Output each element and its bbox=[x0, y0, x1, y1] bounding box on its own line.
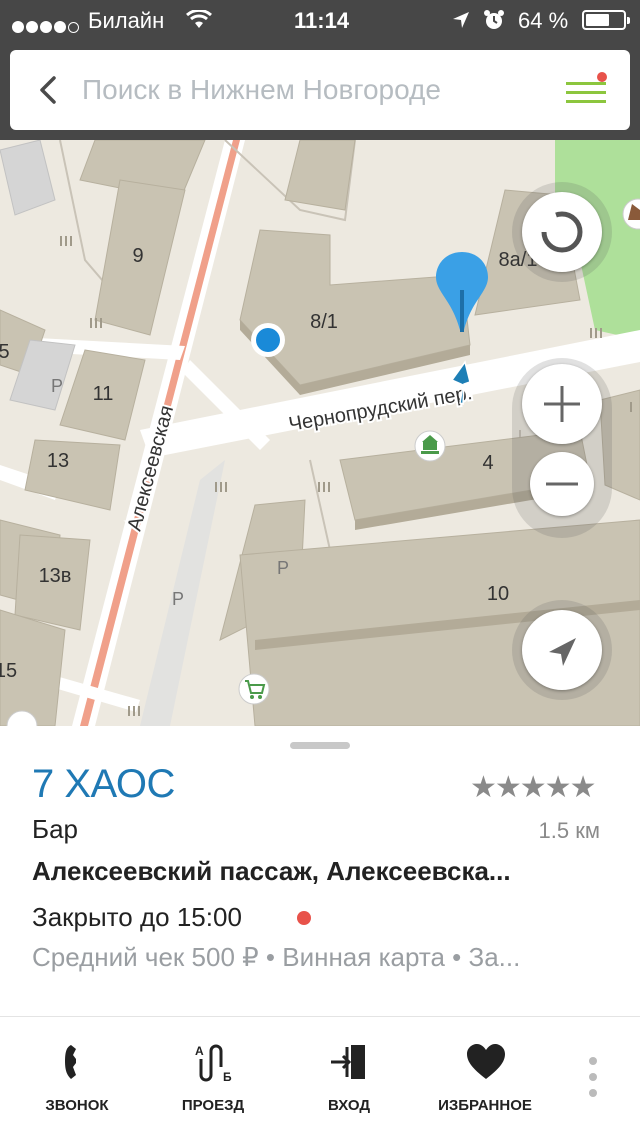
wifi-icon bbox=[186, 10, 212, 28]
parking-label: P bbox=[277, 558, 289, 578]
battery-percent: 64 % bbox=[518, 8, 569, 33]
status-bar: Билайн 11:14 64 % bbox=[0, 0, 640, 40]
phone-icon bbox=[65, 1045, 76, 1079]
shop-poi-icon[interactable] bbox=[238, 673, 270, 705]
house-number: 15 bbox=[0, 660, 17, 682]
zoom-in-button[interactable] bbox=[522, 364, 602, 444]
entrance-label: ВХОД bbox=[327, 1097, 371, 1114]
location-arrow-icon bbox=[453, 12, 469, 28]
call-button[interactable]: ЗВОНОК bbox=[12, 1017, 142, 1137]
parking-label: P bbox=[172, 589, 184, 609]
favorite-button[interactable]: ИЗБРАННОЕ bbox=[420, 1017, 550, 1137]
back-arrow-icon[interactable] bbox=[32, 72, 68, 108]
clock: 11:14 bbox=[294, 8, 350, 33]
street-label-alekseevskaya: Алексеевская bbox=[124, 403, 179, 533]
house-number: 8/1 bbox=[310, 311, 338, 333]
carrier-name: Билайн bbox=[88, 8, 165, 33]
map-view[interactable]: Алексеевская Чернопрудский пер. 9 8/1 8а… bbox=[0, 140, 640, 726]
zoom-out-button[interactable] bbox=[530, 452, 594, 516]
layers-button[interactable] bbox=[522, 192, 602, 272]
place-features: Средний чек 500 ₽ • Винная карта • За... bbox=[32, 942, 521, 972]
call-label: ЗВОНОК bbox=[45, 1097, 109, 1114]
top-bar: Поиск в Нижнем Новгороде bbox=[0, 40, 640, 140]
rating-star-icons: ★★★★★ bbox=[470, 771, 596, 804]
heart-icon bbox=[467, 1044, 505, 1079]
my-location-button[interactable] bbox=[522, 610, 602, 690]
house-number: 10 bbox=[487, 583, 509, 605]
route-button[interactable]: А Б ПРОЕЗД bbox=[148, 1017, 278, 1137]
plus-icon bbox=[544, 386, 580, 422]
menu-icon[interactable] bbox=[564, 72, 608, 108]
house-number: 9 bbox=[132, 245, 143, 267]
house-number: 11 bbox=[93, 383, 114, 405]
place-address: Алексеевский пассаж, Алексеевска... bbox=[32, 856, 511, 886]
place-name: 7 ХАОС bbox=[32, 762, 175, 806]
closed-status-dot bbox=[297, 911, 311, 925]
route-icon: А Б bbox=[195, 1044, 232, 1083]
house-number: 13 bbox=[47, 450, 69, 472]
favorite-label: ИЗБРАННОЕ bbox=[438, 1097, 532, 1114]
battery-icon bbox=[582, 10, 630, 30]
place-category: Бар bbox=[32, 814, 78, 844]
svg-text:А: А bbox=[195, 1044, 204, 1058]
place-card[interactable]: 7 ХАОС ★★★★★ Бар 1.5 км Алексеевский пас… bbox=[0, 726, 640, 1016]
action-bar: ЗВОНОК А Б ПРОЕЗД ВХОД ИЗБРАННОЕ bbox=[0, 1016, 640, 1137]
alarm-icon bbox=[484, 10, 504, 29]
parking-label: P bbox=[51, 376, 63, 396]
house-number: 4 bbox=[482, 452, 493, 474]
place-distance: 1.5 км bbox=[538, 818, 600, 843]
entrance-button[interactable]: ВХОД bbox=[284, 1017, 414, 1137]
drag-handle[interactable] bbox=[290, 742, 350, 749]
navigation-arrow-icon bbox=[549, 638, 576, 666]
signal-icon bbox=[12, 13, 81, 39]
minus-icon bbox=[546, 482, 578, 486]
layers-icon bbox=[540, 211, 583, 253]
user-location-icon bbox=[251, 323, 285, 357]
rating-stars: ★★★★★ bbox=[470, 770, 596, 805]
svg-text:Б: Б bbox=[223, 1070, 232, 1083]
search-input[interactable]: Поиск в Нижнем Новгороде bbox=[82, 74, 441, 106]
museum-poi-icon[interactable] bbox=[414, 430, 446, 462]
route-label: ПРОЕЗД bbox=[181, 1097, 245, 1114]
search-bar[interactable]: Поиск в Нижнем Новгороде bbox=[10, 50, 630, 130]
entrance-icon bbox=[331, 1045, 365, 1079]
house-number: 13в bbox=[39, 565, 72, 587]
place-hours: Закрыто до 15:00 bbox=[32, 902, 242, 932]
house-number: 5 bbox=[0, 341, 10, 363]
more-icon[interactable] bbox=[586, 1055, 600, 1099]
